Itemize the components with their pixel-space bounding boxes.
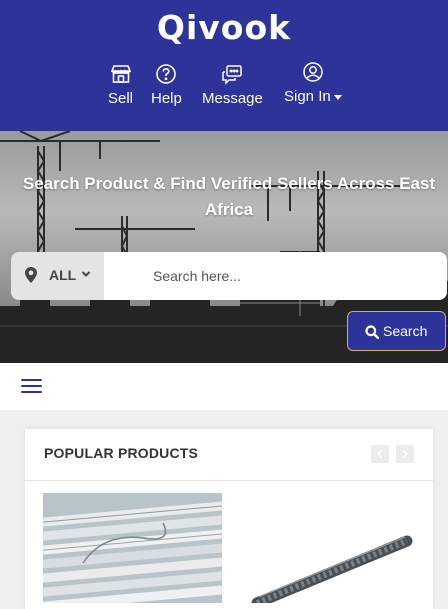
product-card-steel-pipes[interactable] bbox=[43, 493, 222, 603]
carousel-next-button[interactable] bbox=[396, 445, 414, 463]
rebar-image bbox=[237, 493, 433, 603]
top-header: Qivook Sell Help Message Sign In bbox=[0, 0, 448, 131]
section-header: POPULAR PRODUCTS bbox=[25, 429, 433, 481]
location-value: ALL bbox=[49, 267, 77, 283]
nav-message-label: Message bbox=[202, 90, 263, 107]
user-icon bbox=[303, 62, 323, 82]
steel-pipes-image bbox=[43, 493, 222, 603]
nav-message[interactable]: Message bbox=[202, 62, 263, 107]
nav-sign-in-label: Sign In bbox=[284, 88, 331, 105]
search-button-label: Search bbox=[383, 323, 428, 339]
search-bar: ALL bbox=[11, 252, 447, 300]
search-icon bbox=[365, 325, 379, 339]
hamburger-menu-icon[interactable] bbox=[21, 379, 42, 395]
nav-help[interactable]: Help bbox=[151, 62, 182, 107]
hero-title: Search Product & Find Verified Sellers A… bbox=[22, 174, 436, 219]
nav-sell-label: Sell bbox=[108, 90, 134, 107]
chevron-right-icon bbox=[402, 450, 408, 458]
product-card-rebar[interactable] bbox=[237, 493, 433, 603]
search-button[interactable]: Search bbox=[347, 311, 446, 351]
location-selector[interactable]: ALL bbox=[11, 252, 104, 300]
shop-icon bbox=[110, 65, 131, 83]
hero-banner: Search Product & Find Verified Sellers A… bbox=[0, 131, 448, 363]
menu-bar bbox=[0, 363, 448, 410]
nav-help-label: Help bbox=[151, 90, 182, 107]
chevron-down-icon bbox=[81, 271, 91, 277]
caret-down-icon bbox=[333, 94, 342, 100]
chevron-left-icon bbox=[377, 450, 383, 458]
section-title: POPULAR PRODUCTS bbox=[44, 445, 199, 461]
carousel-prev-button[interactable] bbox=[371, 445, 389, 463]
search-input[interactable] bbox=[104, 252, 447, 300]
nav-sign-in[interactable]: Sign In bbox=[284, 62, 342, 105]
message-icon bbox=[222, 65, 243, 85]
popular-products-section: POPULAR PRODUCTS bbox=[25, 429, 433, 609]
help-icon bbox=[156, 64, 177, 84]
location-pin-icon bbox=[25, 267, 37, 283]
nav-sell[interactable]: Sell bbox=[108, 62, 133, 107]
top-nav: Sell Help Message Sign In bbox=[0, 62, 448, 112]
brand-logo[interactable]: Qivook bbox=[0, 8, 448, 47]
